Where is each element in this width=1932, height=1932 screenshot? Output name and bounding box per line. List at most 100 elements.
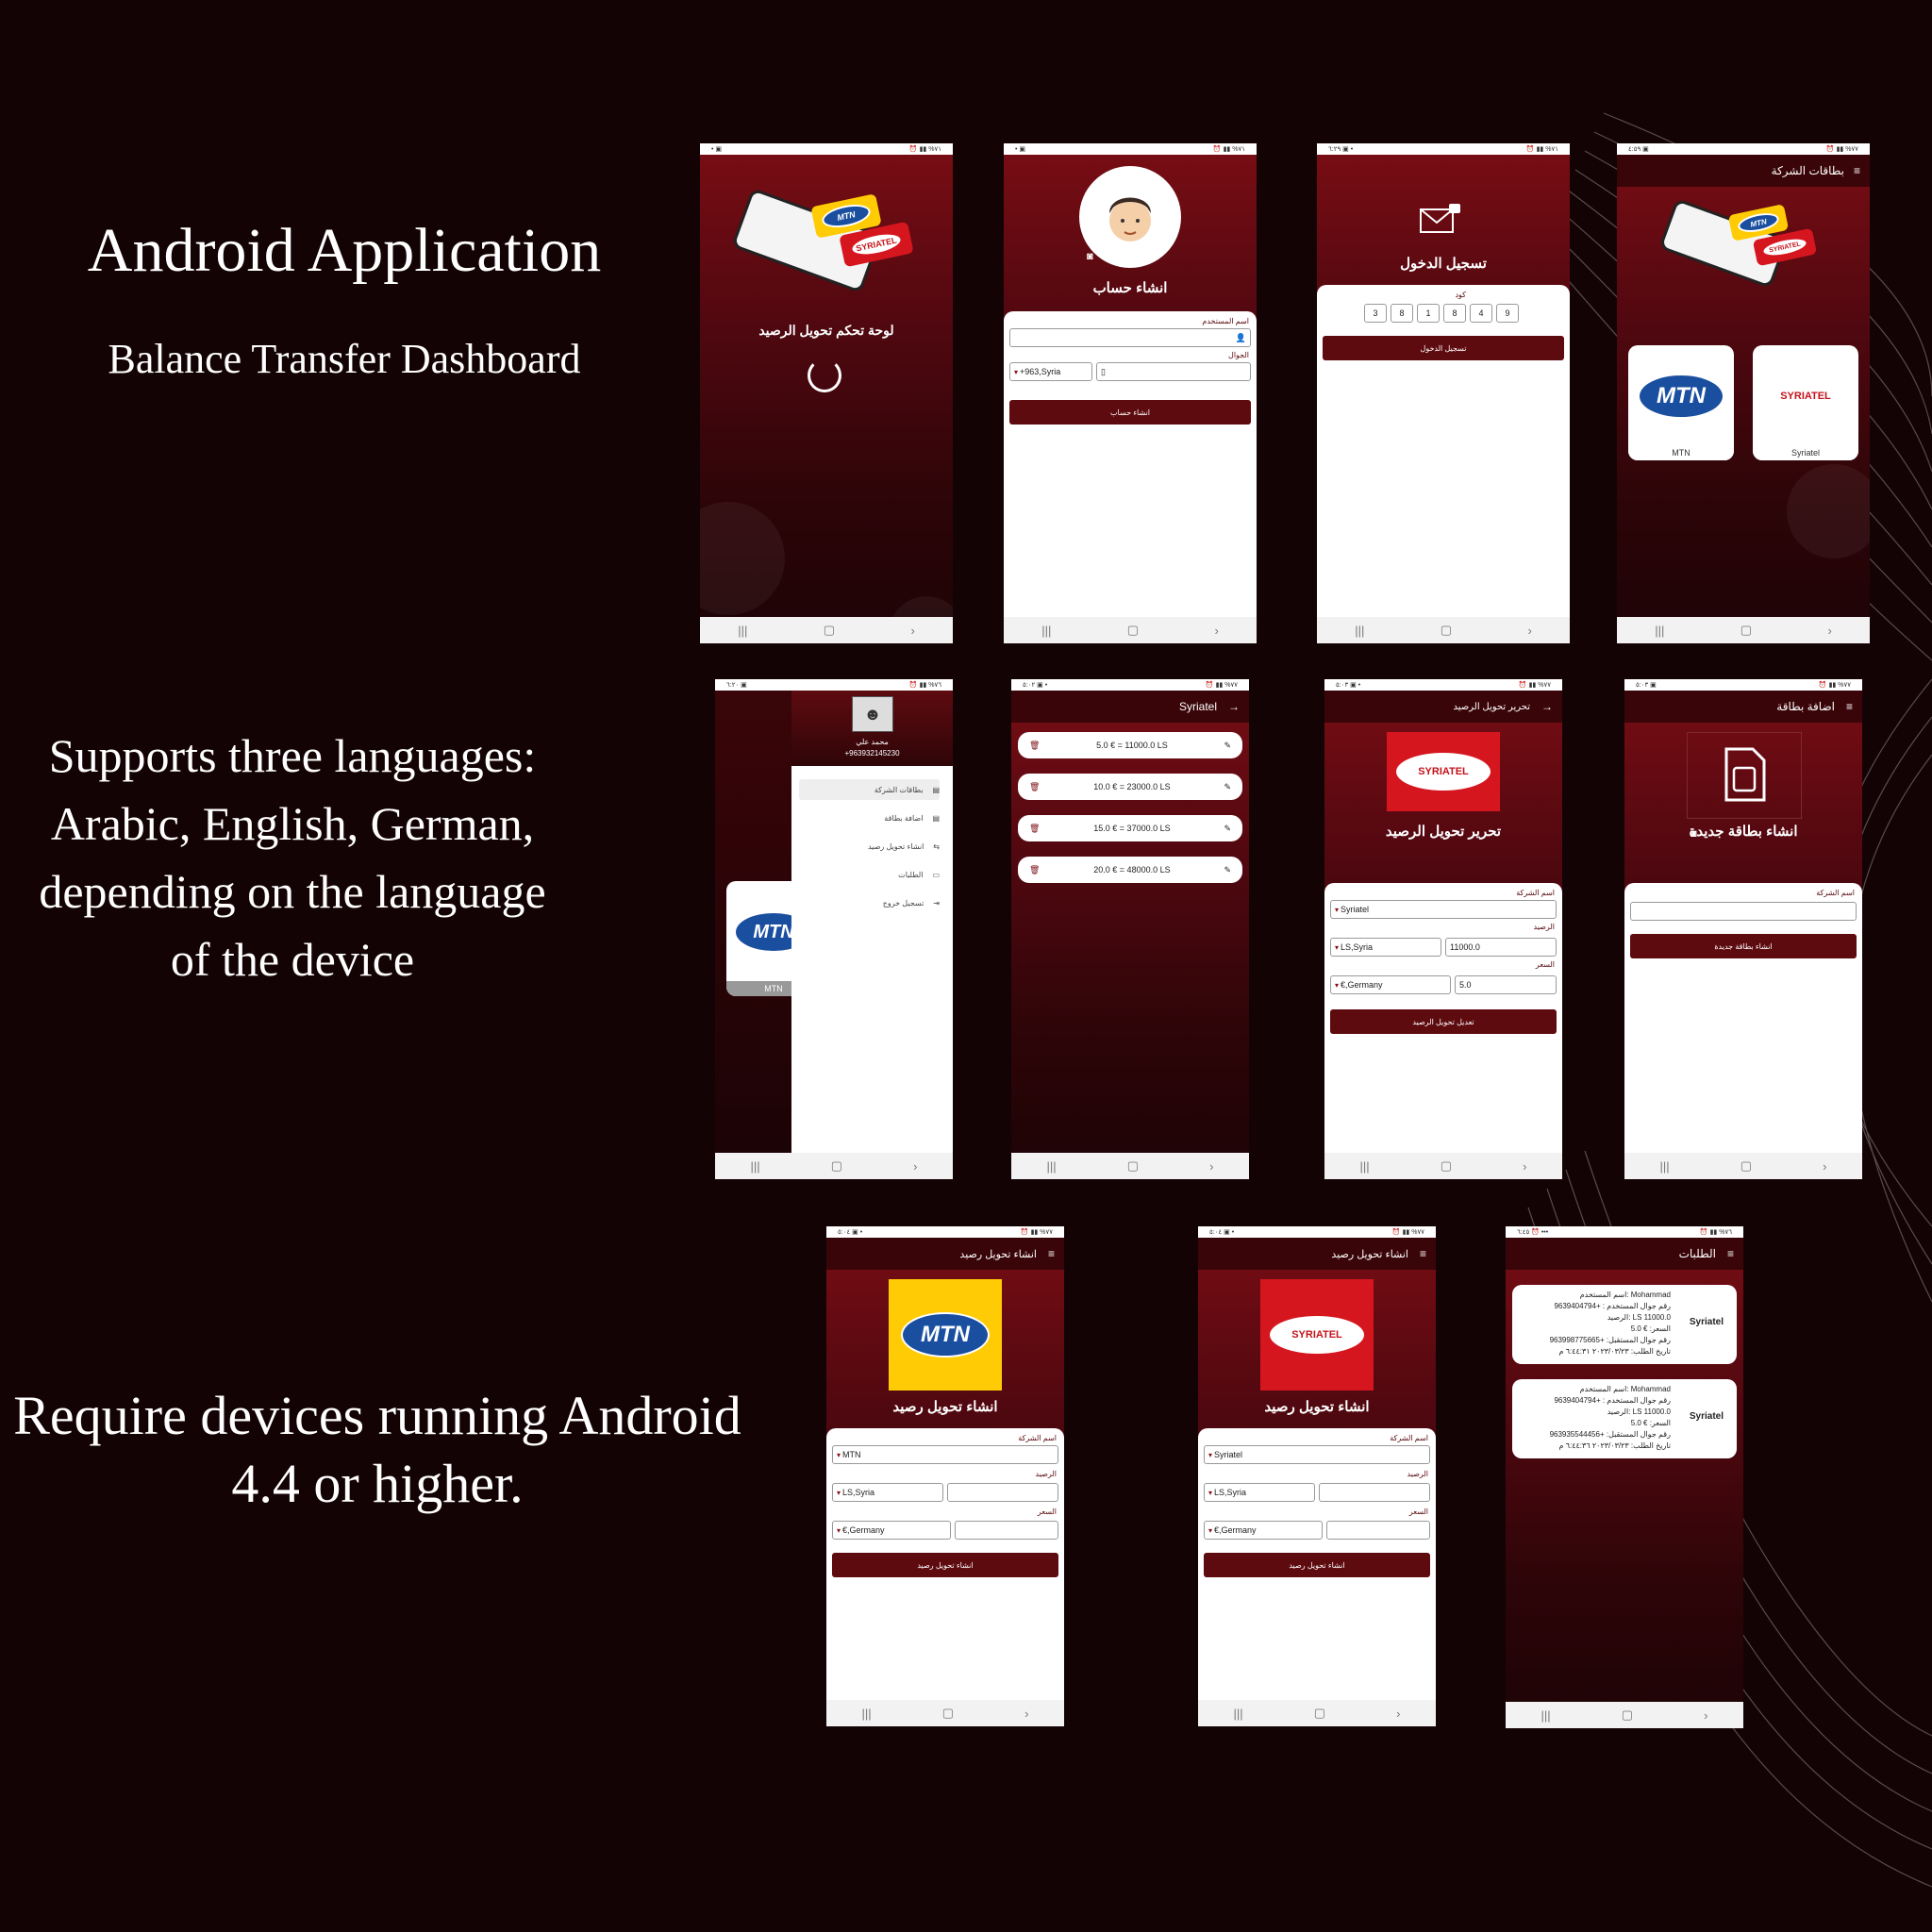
avatar[interactable] xyxy=(1079,166,1181,268)
username-label: اسم المستخدم xyxy=(1202,317,1249,325)
trash-icon[interactable]: 🗑 xyxy=(1029,782,1040,792)
balance-field[interactable] xyxy=(947,1483,1058,1502)
arrow-back-icon[interactable]: → xyxy=(1541,700,1553,713)
balance-field[interactable] xyxy=(1319,1483,1430,1502)
code-digit[interactable]: 8 xyxy=(1443,304,1466,323)
currency-to-select[interactable]: ▾ €,Germany xyxy=(832,1521,951,1540)
company-name-field[interactable] xyxy=(1630,902,1857,921)
nav-bar[interactable]: ||| ▢ › xyxy=(700,617,953,643)
currency-to-select[interactable]: ▾ €,Germany xyxy=(1204,1521,1323,1540)
order-company: Syriatel xyxy=(1689,1411,1724,1422)
price-field[interactable] xyxy=(1326,1521,1430,1540)
nav-bar[interactable]: ||| ▢ › xyxy=(1198,1700,1436,1726)
create-transfer-button[interactable]: انشاء تحويل رصيد xyxy=(1204,1553,1430,1577)
transfer-row[interactable]: 🗑 15.0 € = 37000.0 LS ✎ xyxy=(1018,815,1242,841)
create-card-button[interactable]: انشاء بطاقة جديدة xyxy=(1630,934,1857,958)
balance-label: الرصيد xyxy=(1035,1470,1057,1478)
menu-icon[interactable]: ≡ xyxy=(1420,1247,1426,1260)
mtn-card[interactable]: MTN MTN xyxy=(1628,345,1734,460)
transfer-row[interactable]: 🗑 10.0 € = 23000.0 LS ✎ xyxy=(1018,774,1242,800)
edit-icon[interactable]: ✎ xyxy=(1224,782,1231,792)
nav-bar[interactable]: ||| ▢ › xyxy=(1506,1702,1743,1728)
drawer-item-create-transfer[interactable]: انشاء تحويل رصيد ⇆ xyxy=(799,836,940,857)
nav-bar[interactable]: ||| ▢ › xyxy=(1004,617,1257,643)
status-bar: ٥:٠٣ ▣ ⏰ ▮▮ %٧٧ xyxy=(1624,679,1862,691)
balance-label: الرصيد xyxy=(1407,1470,1428,1478)
create-transfer-button[interactable]: انشاء تحويل رصيد xyxy=(832,1553,1058,1577)
drawer-item-orders[interactable]: الطلبات ▭ xyxy=(799,864,940,885)
status-bar: ٥:٠٣ ▣ • ⏰ ▮▮ %٧٧ xyxy=(1324,679,1562,691)
username-field[interactable]: 👤 xyxy=(1009,328,1251,347)
price-field[interactable] xyxy=(955,1521,1058,1540)
sim-card-icon xyxy=(1724,747,1766,802)
user-name: محمد علي xyxy=(856,738,889,746)
syriatel-logo: SYRIATEL xyxy=(1387,732,1500,811)
appbar-title: تحرير تحويل الرصيد xyxy=(1453,701,1530,712)
nav-bar[interactable]: ||| ▢ › xyxy=(1317,617,1570,643)
trash-icon[interactable]: 🗑 xyxy=(1029,824,1040,834)
create-title: انشاء تحويل رصيد xyxy=(892,1399,998,1415)
arrow-back-icon[interactable]: → xyxy=(1228,700,1240,713)
camera-icon[interactable]: ◙ xyxy=(1087,251,1093,262)
code-input[interactable]: 3 8 1 8 4 9 xyxy=(1364,304,1519,323)
app-bar: Syriatel → xyxy=(1011,691,1249,723)
order-line: الرصيد: LS 11000.0 xyxy=(1607,1407,1671,1416)
country-code-select[interactable]: ▾ +963,Syria xyxy=(1009,362,1092,381)
syriatel-card[interactable]: SYRIATEL Syriatel xyxy=(1753,345,1858,460)
transfer-row[interactable]: 🗑 5.0 € = 11000.0 LS ✎ xyxy=(1018,732,1242,758)
order-line: تاريخ الطلب: ٢٠٢٣/٠٣/٢٣ ٦:٤٤:٣٦ م xyxy=(1558,1441,1672,1450)
currency-from-select[interactable]: ▾ LS,Syria xyxy=(832,1483,943,1502)
nav-bar[interactable]: ||| ▢ › xyxy=(1617,617,1870,643)
mtn-logo: MTN xyxy=(889,1279,1002,1391)
nav-bar[interactable]: ||| ▢ › xyxy=(1324,1153,1562,1179)
menu-icon[interactable]: ≡ xyxy=(1846,700,1853,713)
price-label: السعر xyxy=(1037,1507,1057,1516)
navigation-drawer: ☻ محمد علي +963932145230 بطاقات الشركة ▤ … xyxy=(791,691,953,1153)
drawer-item-company-cards[interactable]: بطاقات الشركة ▤ xyxy=(799,779,940,800)
nav-bar[interactable]: ||| ▢ › xyxy=(1011,1153,1249,1179)
register-button[interactable]: انشاء حساب xyxy=(1009,400,1251,425)
order-card[interactable]: Syriatel اسم المستخدم: Mohammad رقم جوال… xyxy=(1512,1285,1737,1364)
requirement-text: Require devices running Android 4.4 or h… xyxy=(13,1385,741,1514)
nav-bar[interactable]: ||| ▢ › xyxy=(1624,1153,1862,1179)
nav-bar[interactable]: ||| ▢ › xyxy=(715,1153,953,1179)
edit-icon[interactable]: ✎ xyxy=(1224,865,1231,875)
login-button[interactable]: تسجيل الدخول xyxy=(1323,336,1564,360)
code-digit[interactable]: 8 xyxy=(1391,304,1413,323)
app-bar: تحرير تحويل الرصيد → xyxy=(1324,691,1562,723)
menu-icon[interactable]: ≡ xyxy=(1048,1247,1055,1260)
edit-icon[interactable]: ✎ xyxy=(1224,741,1231,751)
menu-icon[interactable]: ≡ xyxy=(1727,1247,1734,1260)
code-digit[interactable]: 4 xyxy=(1470,304,1492,323)
trash-icon[interactable]: 🗑 xyxy=(1029,741,1040,751)
currency-to-select[interactable]: ▾ €,Germany xyxy=(1330,975,1451,994)
company-select[interactable]: ▾ Syriatel xyxy=(1204,1445,1430,1464)
balance-field[interactable]: 11000.0 xyxy=(1445,938,1557,957)
code-digit[interactable]: 3 xyxy=(1364,304,1387,323)
currency-from-select[interactable]: ▾ LS,Syria xyxy=(1204,1483,1315,1502)
company-select[interactable]: ▾ Syriatel xyxy=(1330,900,1557,919)
card-icon: ▤ xyxy=(932,813,940,823)
phone-field[interactable]: ▯ xyxy=(1096,362,1251,381)
person-icon: 👤 xyxy=(1235,332,1246,342)
create-title: انشاء تحويل رصيد xyxy=(1264,1399,1370,1415)
code-digit[interactable]: 1 xyxy=(1417,304,1440,323)
code-digit[interactable]: 9 xyxy=(1496,304,1519,323)
price-field[interactable]: 5.0 xyxy=(1455,975,1557,994)
company-select[interactable]: ▾ MTN xyxy=(832,1445,1058,1464)
edit-transfer-button[interactable]: تعديل تحويل الرصيد xyxy=(1330,1009,1557,1034)
appbar-title: انشاء تحويل رصيد xyxy=(959,1248,1037,1260)
edit-icon[interactable]: ✎ xyxy=(1224,824,1231,834)
drawer-item-logout[interactable]: تسجيل خروج ⇥ xyxy=(799,892,940,913)
card-image-picker[interactable] xyxy=(1687,732,1802,819)
transfer-row[interactable]: 🗑 20.0 € = 48000.0 LS ✎ xyxy=(1018,857,1242,883)
languages-text: Supports three languages: Arabic, Englis… xyxy=(39,729,546,986)
trash-icon[interactable]: 🗑 xyxy=(1029,865,1040,875)
order-card[interactable]: Syriatel اسم المستخدم: Mohammad رقم جوال… xyxy=(1512,1379,1737,1458)
menu-icon[interactable]: ≡ xyxy=(1854,164,1860,177)
drawer-item-add-card[interactable]: اضافة بطاقة ▤ xyxy=(799,808,940,828)
currency-from-select[interactable]: ▾ LS,Syria xyxy=(1330,938,1441,957)
app-title: Android Application xyxy=(87,216,602,285)
status-bar: ٥:٠٤ ▣ • ⏰ ▮▮ %٧٧ xyxy=(826,1226,1064,1238)
nav-bar[interactable]: ||| ▢ › xyxy=(826,1700,1064,1726)
